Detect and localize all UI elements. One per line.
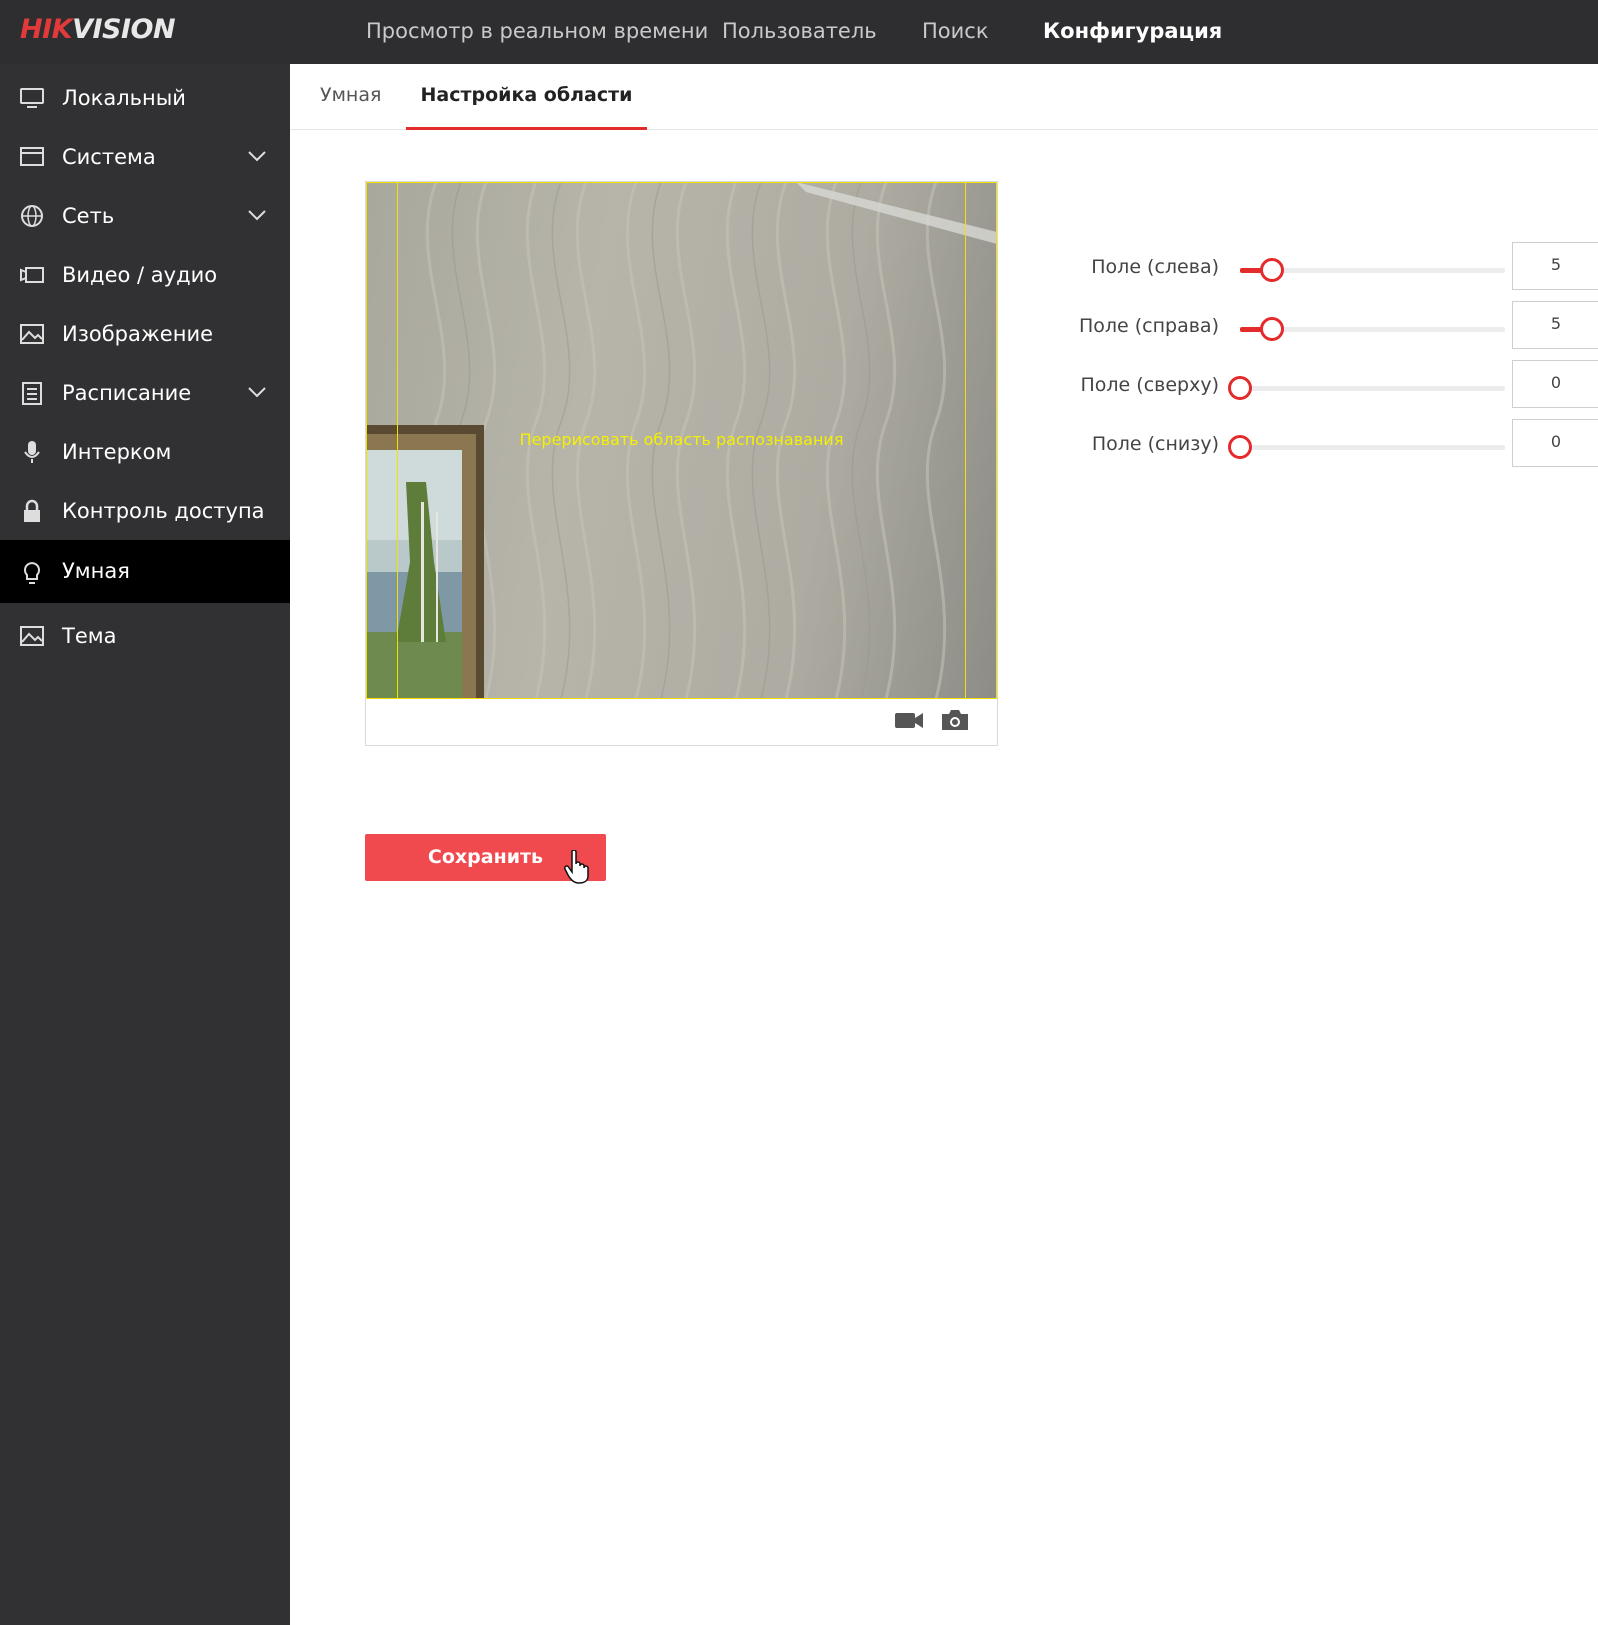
nav-search[interactable]: Поиск	[922, 0, 989, 64]
video-icon	[20, 267, 44, 283]
field-top-slider[interactable]	[1228, 376, 1505, 400]
sidebar-item-label: Расписание	[62, 381, 192, 405]
tab-bar: Умная Настройка области	[290, 64, 1598, 130]
monitor-icon	[20, 88, 44, 108]
video-feed[interactable]: Перерисовать область распознавания	[366, 182, 997, 699]
sidebar-item-network[interactable]: Сеть	[0, 186, 290, 246]
sidebar-item-image[interactable]: Изображение	[0, 304, 290, 364]
top-bar: HIKVISION Просмотр в реальном времени По…	[0, 0, 1598, 64]
lock-icon	[24, 499, 40, 522]
sidebar-item-intercom[interactable]: Интерком	[0, 422, 290, 482]
field-top-value[interactable]: 0	[1512, 360, 1598, 408]
chevron-down-icon[interactable]	[246, 208, 268, 222]
sidebar: Локальный Система Сеть Видео / аудио Изо…	[0, 64, 290, 1625]
tab-smart[interactable]: Умная	[320, 64, 381, 130]
sidebar-item-label: Видео / аудио	[62, 263, 218, 287]
sidebar-item-smart[interactable]: Умная	[0, 540, 290, 603]
camera-snapshot-icon[interactable]	[940, 708, 970, 732]
record-video-icon[interactable]	[894, 708, 924, 732]
camera-preview: Перерисовать область распознавания	[365, 181, 998, 746]
field-bottom-label: Поле (снизу)	[1091, 433, 1219, 455]
slider-thumb[interactable]	[1228, 435, 1252, 459]
tab-area-settings[interactable]: Настройка области	[406, 64, 647, 130]
sidebar-item-label: Система	[62, 145, 156, 169]
field-left-slider[interactable]	[1240, 258, 1505, 282]
hand-cursor-icon	[564, 850, 589, 884]
sidebar-item-label: Умная	[62, 559, 130, 583]
microphone-icon	[24, 441, 40, 463]
sidebar-item-schedule[interactable]: Расписание	[0, 363, 290, 423]
chevron-down-icon[interactable]	[246, 385, 268, 399]
slider-thumb[interactable]	[1260, 317, 1284, 341]
image-icon	[20, 324, 44, 344]
sidebar-item-label: Сеть	[62, 204, 115, 228]
sidebar-item-access-control[interactable]: Контроль доступа	[0, 481, 290, 541]
field-right-slider[interactable]	[1240, 317, 1505, 341]
nav-user[interactable]: Пользователь	[722, 0, 877, 64]
slider-thumb[interactable]	[1228, 376, 1252, 400]
sidebar-item-system[interactable]: Система	[0, 127, 290, 187]
bulb-icon	[24, 562, 40, 584]
slider-thumb[interactable]	[1260, 258, 1284, 282]
sidebar-item-label: Контроль доступа	[62, 499, 265, 523]
field-bottom-slider[interactable]	[1228, 435, 1505, 459]
field-left-label: Поле (слева)	[1091, 256, 1219, 278]
redraw-area-text: Перерисовать область распознавания	[519, 430, 844, 449]
hikvision-logo: HIKVISION	[20, 14, 176, 45]
window-icon	[20, 147, 44, 166]
field-right-value[interactable]: 5	[1512, 301, 1598, 349]
field-bottom-value[interactable]: 0	[1512, 419, 1598, 467]
sidebar-item-label: Локальный	[62, 86, 186, 110]
chevron-down-icon[interactable]	[246, 149, 268, 163]
sidebar-item-local[interactable]: Локальный	[0, 68, 290, 128]
field-left-value[interactable]: 5	[1512, 242, 1598, 290]
sidebar-item-label: Интерком	[62, 440, 172, 464]
globe-icon	[21, 205, 43, 227]
sidebar-item-label: Тема	[62, 624, 117, 648]
field-right-label: Поле (справа)	[1078, 315, 1219, 337]
field-top-label: Поле (сверху)	[1080, 374, 1220, 396]
sidebar-item-theme[interactable]: Тема	[0, 604, 290, 668]
nav-configuration[interactable]: Конфигурация	[1043, 0, 1222, 64]
sidebar-item-label: Изображение	[62, 322, 214, 346]
theme-icon	[20, 626, 44, 646]
sidebar-item-video-audio[interactable]: Видео / аудио	[0, 245, 290, 305]
nav-live-view[interactable]: Просмотр в реальном времени	[366, 0, 708, 64]
schedule-icon	[22, 382, 42, 405]
